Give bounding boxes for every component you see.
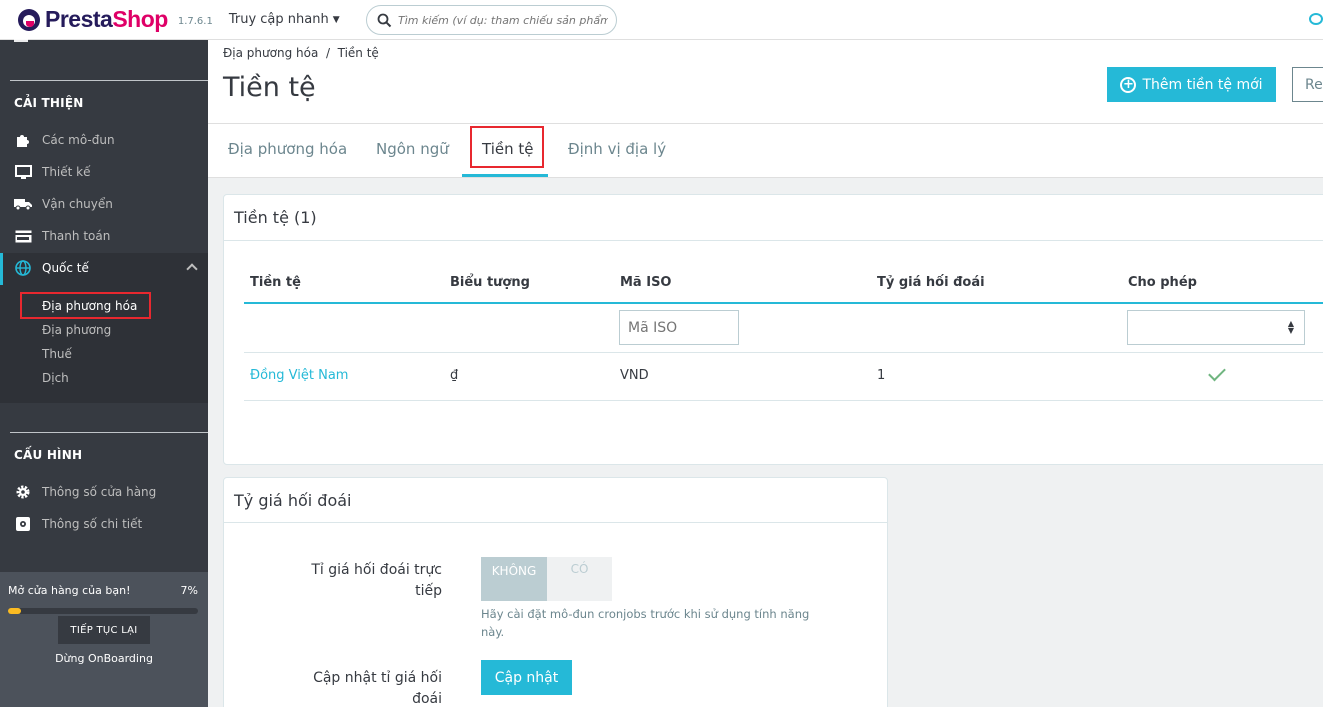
column-header-iso[interactable]: Mã ISO <box>620 275 672 290</box>
caret-down-icon: ▼ <box>332 14 340 25</box>
sidebar-item-shop-params[interactable]: Thông số cửa hàng <box>14 482 156 502</box>
sidebar-item-label: Thiết kế <box>42 165 91 179</box>
page-title: Tiền tệ <box>223 72 316 103</box>
live-rate-label: Tỉ giá hối đoái trực tiếp <box>311 562 442 599</box>
card-header: Tiền tệ (1) <box>224 195 1323 241</box>
search-icon[interactable] <box>377 13 392 28</box>
sidebar-divider <box>10 432 208 433</box>
sidebar-subitem-taxes[interactable]: Thuế <box>42 347 72 361</box>
breadcrumb[interactable]: Địa phương hóa / Tiền tệ <box>223 46 379 60</box>
currency-rate: 1 <box>877 368 886 383</box>
view-shop-icon[interactable] <box>1309 13 1323 25</box>
sidebar-item-label: Thanh toán <box>42 229 111 243</box>
card-header: Tỷ giá hối đoái <box>224 478 887 523</box>
prestashop-logo-icon <box>18 8 40 31</box>
currency-name-link[interactable]: Đồng Việt Nam <box>250 368 348 383</box>
column-header-symbol[interactable]: Biểu tượng <box>450 275 530 290</box>
table-header-line <box>244 302 1323 304</box>
table-row-divider <box>244 400 1323 401</box>
credit-card-icon <box>14 228 32 244</box>
monitor-icon <box>14 164 32 180</box>
live-rate-switch[interactable]: KHÔNG CÓ <box>481 557 612 601</box>
sidebar-subitem-locations[interactable]: Địa phương <box>42 323 111 337</box>
version-label: 1.7.6.1 <box>177 16 213 27</box>
highlight-box <box>20 292 151 319</box>
stop-onboarding-link[interactable]: Dừng OnBoarding <box>0 652 208 665</box>
add-currency-button[interactable]: + Thêm tiền tệ mới <box>1107 67 1276 102</box>
switch-option-no[interactable]: KHÔNG <box>481 557 547 601</box>
truncated-icon <box>14 32 28 42</box>
onboarding-progress-fill <box>8 608 22 614</box>
sidebar-item-label: Thông số cửa hàng <box>42 485 157 499</box>
onboarding-percent: 7% <box>180 584 198 597</box>
sidebar-item-label: Các mô-đun <box>42 133 115 147</box>
active-tab-indicator <box>462 174 548 177</box>
continue-onboarding-button[interactable]: TIẾP TỤC LẠI <box>58 616 150 644</box>
sidebar-item-label: Quốc tế <box>42 261 89 275</box>
sidebar-item-modules[interactable]: Các mô-đun <box>14 130 115 150</box>
secondary-button[interactable]: Re <box>1292 67 1323 102</box>
puzzle-icon <box>14 132 32 148</box>
onboarding-progress-bar <box>8 608 198 614</box>
top-header: PrestaShop 1.7.6.1 Truy cập nhanh ▼ <box>0 0 1323 40</box>
logo-text: PrestaShop <box>45 6 168 32</box>
highlight-box <box>470 126 544 168</box>
onboarding-panel: Mở cửa hàng của bạn! 7% TIẾP TỤC LẠI Dừn… <box>0 572 208 707</box>
sidebar: CẢI THIỆN Các mô-đun Thiết kế Vận chuyển… <box>0 32 208 707</box>
sidebar-subitem-translations[interactable]: Dịch <box>42 371 69 385</box>
tab-localization[interactable]: Địa phương hóa <box>228 140 347 158</box>
section-title-config: CẤU HÌNH <box>14 448 83 462</box>
update-rate-label: Cập nhật tỉ giá hối đoái <box>313 670 442 707</box>
sidebar-item-advanced-params[interactable]: Thông số chi tiết <box>14 514 142 534</box>
sidebar-item-shipping[interactable]: Vận chuyển <box>14 194 113 214</box>
table-row-divider <box>244 352 1323 353</box>
search-box[interactable] <box>366 5 617 35</box>
enabled-filter-select[interactable]: ▲ ▼ <box>1127 310 1305 345</box>
search-input[interactable] <box>398 13 608 27</box>
plus-circle-icon: + <box>1120 76 1137 93</box>
column-header-enabled[interactable]: Cho phép <box>1128 275 1197 290</box>
switch-option-yes[interactable]: CÓ <box>547 557 612 601</box>
currencies-card: Tiền tệ (1) Tiền tệ Biểu tượng Mã ISO Tỷ… <box>223 194 1323 465</box>
update-button[interactable]: Cập nhật <box>481 660 572 695</box>
column-header-rate[interactable]: Tỷ giá hối đoái <box>877 275 985 290</box>
sidebar-item-design[interactable]: Thiết kế <box>14 162 91 182</box>
truck-icon <box>14 196 32 212</box>
page-header: Địa phương hóa / Tiền tệ Tiền tệ + Thêm … <box>208 40 1323 178</box>
onboarding-text: Mở cửa hàng của bạn! <box>8 584 131 597</box>
exchange-rate-card: Tỷ giá hối đoái Tỉ giá hối đoái trực tiế… <box>223 477 888 707</box>
select-arrows-icon: ▲ ▼ <box>1287 319 1294 335</box>
quick-access-label: Truy cập nhanh <box>228 12 329 27</box>
sidebar-item-label: Thông số chi tiết <box>42 517 143 531</box>
sidebar-item-label: Vận chuyển <box>42 197 113 211</box>
sidebar-item-payment[interactable]: Thanh toán <box>14 226 110 246</box>
iso-filter-input[interactable] <box>619 310 739 345</box>
currency-symbol: ₫ <box>450 368 459 383</box>
prestashop-logo[interactable]: PrestaShop <box>18 6 168 33</box>
gear-icon <box>14 484 32 500</box>
settings-box-icon <box>14 516 32 532</box>
quick-access-dropdown[interactable]: Truy cập nhanh ▼ <box>229 12 340 27</box>
sidebar-item-international[interactable]: Quốc tế <box>14 258 89 278</box>
header-divider <box>208 123 1323 124</box>
check-icon[interactable] <box>1208 363 1226 382</box>
column-header-currency[interactable]: Tiền tệ <box>250 275 301 290</box>
globe-icon <box>14 260 32 276</box>
currency-iso: VND <box>620 368 649 383</box>
sidebar-divider <box>10 80 208 81</box>
help-text: Hãy cài đặt mô-đun cronjobs trước khi sử… <box>481 607 810 639</box>
tab-languages[interactable]: Ngôn ngữ <box>376 140 449 158</box>
add-currency-label: Thêm tiền tệ mới <box>1142 76 1263 93</box>
tab-geolocation[interactable]: Định vị địa lý <box>568 140 666 158</box>
section-title-improve: CẢI THIỆN <box>14 96 84 110</box>
